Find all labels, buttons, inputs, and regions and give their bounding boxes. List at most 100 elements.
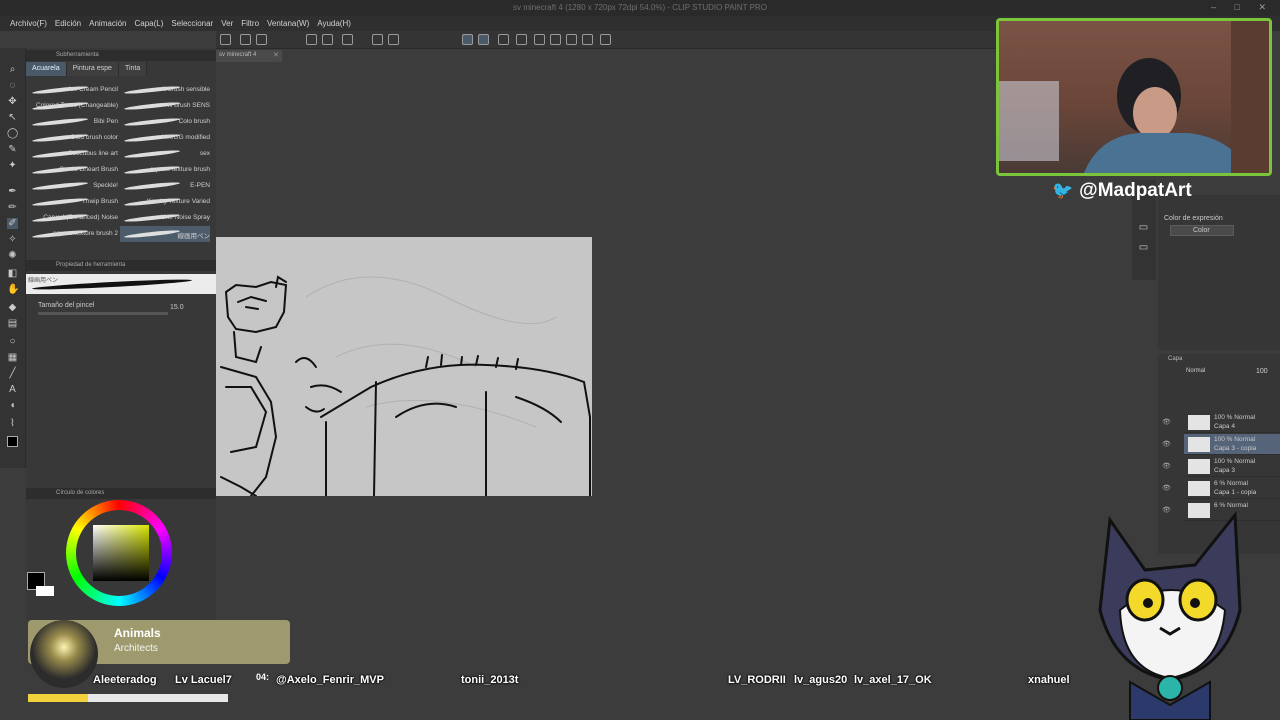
brush-size-value[interactable]: 15.0 — [170, 304, 184, 311]
window-controls[interactable]: – □ ✕ — [1211, 2, 1274, 13]
brush-label: Colo brush — [178, 118, 210, 125]
pen-tool-icon[interactable]: ✒ — [7, 186, 18, 197]
menu-archivo[interactable]: Archivo(F) — [6, 16, 51, 31]
brush-item[interactable]: Kracky Texture Varied — [120, 194, 210, 210]
flip-icon[interactable] — [516, 34, 527, 45]
brush-item[interactable]: Ice Cream Pencil — [28, 82, 118, 98]
decoration-tool-icon[interactable]: ✺ — [7, 250, 18, 261]
menu-ver[interactable]: Ver — [217, 16, 237, 31]
brush-item[interactable]: Gold brush color — [28, 130, 118, 146]
eyedropper-tool-icon[interactable]: ✎ — [7, 144, 18, 155]
brush-item[interactable]: Succubus line art — [28, 146, 118, 162]
menu-seleccionar[interactable]: Seleccionar — [167, 16, 217, 31]
zoom-icon[interactable] — [550, 34, 561, 45]
saturation-value-square[interactable] — [93, 525, 149, 581]
gradient-tool-icon[interactable]: ▤ — [7, 318, 18, 329]
balloon-tool-icon[interactable]: ◖ — [7, 400, 18, 411]
brush-tool-icon[interactable]: ✐ — [7, 218, 18, 229]
brush-item[interactable]: Bibi Pen — [28, 114, 118, 130]
brush-item[interactable]: 線画用ペン — [120, 226, 210, 242]
menu-animacion[interactable]: Animación — [85, 16, 130, 31]
chat-name-1: Aleeteradog — [93, 674, 157, 686]
brush-item[interactable]: square texture brush 2 — [28, 226, 118, 242]
brush-item[interactable]: Carved (Enhanced) Noise — [28, 210, 118, 226]
fill-tool-icon[interactable]: ◆ — [7, 302, 18, 313]
main-color-swatch[interactable] — [7, 436, 18, 447]
fill-icon[interactable] — [372, 34, 383, 45]
brush-item[interactable]: Ili brush sensible — [120, 82, 210, 98]
undo-icon[interactable] — [306, 34, 317, 45]
brush-item[interactable]: Comic Lineart Brush — [28, 162, 118, 178]
tab-acuarela[interactable]: Acuarela — [26, 62, 67, 76]
select-icon[interactable] — [566, 34, 577, 45]
brush-item[interactable]: Line Noise Spray — [120, 210, 210, 226]
tab-pintura-especial[interactable]: Pintura espe — [66, 62, 119, 76]
transform-icon[interactable] — [388, 34, 399, 45]
move-tool-icon[interactable]: ✥ — [7, 96, 18, 107]
blend-mode-select[interactable]: Normal — [1186, 368, 1205, 374]
navigator-icon[interactable]: ▭ — [1138, 222, 1149, 233]
tab-tinta[interactable]: Tinta — [118, 62, 148, 76]
brush-stroke-preview — [123, 149, 181, 159]
brush-label: Ili brush sensible — [161, 86, 210, 93]
expression-color-select[interactable]: Color — [1170, 225, 1234, 236]
open-icon[interactable] — [240, 34, 251, 45]
brush-item[interactable]: Ili brush SENS — [120, 98, 210, 114]
layer-row[interactable]: 100 % Normal Capa 3 — [1184, 456, 1280, 477]
operation-tool-icon[interactable]: ↖ — [7, 112, 18, 123]
layer-row[interactable]: 100 % Normal Capa 4 — [1184, 412, 1280, 433]
ruler-icon[interactable] — [498, 34, 509, 45]
layer-row[interactable]: 100 % Normal Capa 3 - copia — [1184, 434, 1280, 455]
document-tab[interactable]: sv minecraft 4 ✕ — [216, 50, 282, 62]
layer-row[interactable]: 6 % Normal Capa 1 - copia — [1184, 478, 1280, 499]
lasso-tool-icon[interactable]: ◌ — [7, 80, 18, 91]
clear-icon[interactable] — [342, 34, 353, 45]
drawing-canvas[interactable] — [216, 237, 592, 496]
layer-property-icon[interactable]: ▭ — [1138, 242, 1149, 253]
frame-tool-icon[interactable]: ▦ — [7, 352, 18, 363]
eraser-tool-icon[interactable]: ◧ — [7, 268, 18, 279]
background-color-swatch[interactable] — [36, 586, 54, 596]
menu-capa[interactable]: Capa(L) — [131, 16, 168, 31]
brush-item[interactable]: Colo brush — [120, 114, 210, 130]
brush-item[interactable]: Colored Trees (Changeable) — [28, 98, 118, 114]
eye-icon[interactable]: 👁 — [1162, 506, 1171, 514]
auto-select-tool-icon[interactable]: ✦ — [7, 160, 18, 171]
brush-item[interactable]: E-PEN — [120, 178, 210, 194]
brush-item[interactable]: HIMGG modified — [120, 130, 210, 146]
brush-item[interactable]: square texture brush — [120, 162, 210, 178]
redo-icon[interactable] — [322, 34, 333, 45]
airbrush-tool-icon[interactable]: ✧ — [7, 234, 18, 245]
brush-size-slider[interactable] — [38, 312, 168, 315]
selection-tool-icon[interactable]: ◯ — [7, 128, 18, 139]
snap-grid-icon[interactable] — [478, 34, 489, 45]
zoom-tool-icon[interactable]: ⌕ — [7, 64, 18, 75]
menu-ayuda[interactable]: Ayuda(H) — [313, 16, 355, 31]
snap-ruler-icon[interactable] — [462, 34, 473, 45]
eye-icon[interactable]: 👁 — [1162, 440, 1171, 448]
blend-tool-icon[interactable]: ✋ — [7, 284, 19, 295]
brush-item[interactable]: Speckle! — [28, 178, 118, 194]
crop-icon[interactable] — [582, 34, 593, 45]
correct-line-tool-icon[interactable]: ⌇ — [7, 418, 18, 429]
layer-mode: 100 % Normal — [1214, 436, 1256, 443]
pencil-tool-icon[interactable]: ✏ — [7, 202, 18, 213]
save-icon[interactable] — [256, 34, 267, 45]
menu-filtro[interactable]: Filtro — [237, 16, 263, 31]
close-icon[interactable]: ✕ — [273, 51, 279, 59]
brush-item[interactable]: Thwip Brush — [28, 194, 118, 210]
ruler-tool-icon[interactable]: ╱ — [7, 368, 18, 379]
settings-icon[interactable] — [600, 34, 611, 45]
brush-item[interactable]: sex — [120, 146, 210, 162]
text-tool-icon[interactable]: A — [7, 384, 18, 395]
menu-ventana[interactable]: Ventana(W) — [263, 16, 313, 31]
eye-icon[interactable]: 👁 — [1162, 484, 1171, 492]
menu-edicion[interactable]: Edición — [51, 16, 85, 31]
eye-icon[interactable]: 👁 — [1162, 462, 1171, 470]
rotate-icon[interactable] — [534, 34, 545, 45]
figure-tool-icon[interactable]: ○ — [7, 336, 18, 347]
eye-icon[interactable]: 👁 — [1162, 418, 1171, 426]
layer-opacity-value[interactable]: 100 — [1256, 368, 1268, 375]
tab-capa[interactable]: Capa — [1168, 356, 1182, 362]
new-icon[interactable] — [220, 34, 231, 45]
